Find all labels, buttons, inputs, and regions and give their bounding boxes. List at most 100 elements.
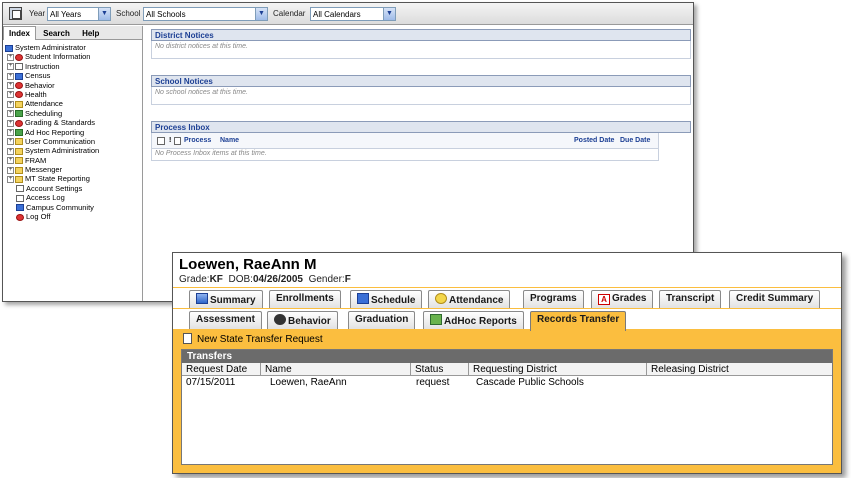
tab-search[interactable]: Search <box>38 27 75 40</box>
expand-icon[interactable]: + <box>7 100 14 108</box>
chevron-down-icon[interactable]: ▼ <box>383 8 395 20</box>
left-nav-panel: Index Search Help System Administrator +… <box>3 26 143 301</box>
district-notices-header: District Notices <box>151 29 691 41</box>
tree-item-scheduling[interactable]: + Scheduling <box>7 109 142 118</box>
tab-adhoc-reports[interactable]: AdHoc Reports <box>423 311 524 329</box>
year-select[interactable]: All Years ▼ <box>47 7 111 21</box>
expand-icon[interactable]: + <box>7 166 14 174</box>
tab-schedule[interactable]: Schedule <box>350 290 423 308</box>
tree-item-health[interactable]: + Health <box>7 90 142 99</box>
tab-graduation[interactable]: Graduation <box>348 311 416 329</box>
tree-item-fram[interactable]: + FRAM <box>7 156 142 165</box>
gender-value: F <box>344 274 351 285</box>
releasing-district-column-header[interactable]: Releasing District <box>646 363 834 376</box>
tree-item-user-communication[interactable]: + User Communication <box>7 137 142 146</box>
tab-records-transfer[interactable]: Records Transfer <box>530 311 627 331</box>
health-icon <box>15 91 23 99</box>
expand-icon[interactable]: + <box>7 175 14 183</box>
tree-item-access-log[interactable]: Access Log <box>7 193 142 202</box>
tab-summary[interactable]: Summary <box>189 290 263 308</box>
requesting-district-cell: Cascade Public Schools <box>476 377 584 388</box>
school-select[interactable]: All Schools ▼ <box>143 7 268 21</box>
requesting-district-column-header[interactable]: Requesting District <box>468 363 646 376</box>
census-icon <box>15 72 23 80</box>
tab-attendance[interactable]: Attendance <box>428 290 511 308</box>
tree-item-grading-standards[interactable]: + Grading & Standards <box>7 118 142 127</box>
tab-index[interactable]: Index <box>3 26 36 40</box>
posted-date-column-header[interactable]: Posted Date <box>574 137 614 144</box>
student-tabs-row-2: Assessment Behavior Graduation AdHoc Rep… <box>173 309 841 331</box>
expand-icon[interactable]: + <box>7 119 14 127</box>
expand-icon[interactable]: + <box>7 53 14 61</box>
student-tabs-row-1: Summary Enrollments Schedule Attendance … <box>173 288 841 308</box>
name-cell: Loewen, RaeAnn <box>270 377 347 388</box>
tree-item-instruction[interactable]: + Instruction <box>7 62 142 71</box>
tab-grades[interactable]: A Grades <box>591 290 654 308</box>
expand-icon[interactable]: + <box>7 63 14 71</box>
chevron-down-icon[interactable]: ▼ <box>98 8 110 20</box>
log-off-icon <box>16 213 24 221</box>
community-icon <box>16 204 24 212</box>
folder-icon <box>15 175 23 183</box>
flag-column-header[interactable]: ! <box>169 137 171 144</box>
window-icon[interactable] <box>9 7 22 20</box>
nav-tabs: Index Search Help <box>3 26 142 40</box>
user-icon <box>5 44 13 52</box>
tab-credit-summary[interactable]: Credit Summary <box>729 290 821 308</box>
tree-item-census[interactable]: + Census <box>7 71 142 80</box>
grades-icon: A <box>598 294 610 305</box>
transfers-table: Transfers Request Date Name Status Reque… <box>181 349 833 465</box>
calendar-select[interactable]: All Calendars ▼ <box>310 7 396 21</box>
name-column-header[interactable]: Name <box>220 137 239 144</box>
request-date-cell: 07/15/2011 <box>186 377 236 388</box>
grade-label: Grade: <box>179 274 210 285</box>
tree-item-account-settings[interactable]: Account Settings <box>7 184 142 193</box>
calendar-select-value: All Calendars <box>313 10 361 19</box>
process-column-header[interactable]: Process <box>184 137 211 144</box>
select-all-checkbox[interactable] <box>157 137 165 145</box>
expand-icon[interactable]: + <box>7 138 14 146</box>
tab-enrollments[interactable]: Enrollments <box>269 290 341 308</box>
due-date-column-header[interactable]: Due Date <box>620 137 650 144</box>
tree-item-system-administrator[interactable]: System Administrator <box>5 43 142 52</box>
district-notices-empty: No district notices at this time. <box>151 41 691 59</box>
tab-programs[interactable]: Programs <box>523 290 584 308</box>
expand-icon[interactable]: + <box>7 72 14 80</box>
report-icon <box>15 129 23 137</box>
student-name: Loewen, RaeAnn M <box>179 256 317 273</box>
name-column-header[interactable]: Name <box>260 363 410 376</box>
tree-item-mt-state-reporting[interactable]: + MT State Reporting <box>7 174 142 183</box>
tree-item-student-information[interactable]: + Student Information <box>7 52 142 61</box>
new-state-transfer-request-link[interactable]: New State Transfer Request <box>183 333 323 345</box>
expand-icon[interactable]: + <box>7 91 14 99</box>
expand-icon[interactable]: + <box>7 129 14 137</box>
expand-icon[interactable]: + <box>7 147 14 155</box>
chevron-down-icon[interactable]: ▼ <box>255 8 267 20</box>
scheduling-icon <box>15 110 23 118</box>
tree-item-ad-hoc-reporting[interactable]: + Ad Hoc Reporting <box>7 128 142 137</box>
student-header: Loewen, RaeAnn M Grade:KF DOB:04/26/2005… <box>173 253 841 287</box>
tree-item-behavior[interactable]: + Behavior <box>7 81 142 90</box>
document-icon <box>183 333 192 344</box>
folder-icon <box>15 166 23 174</box>
tree-item-system-administration[interactable]: + System Administration <box>7 146 142 155</box>
tab-help[interactable]: Help <box>77 27 104 40</box>
table-row[interactable]: 07/15/2011 Loewen, RaeAnn request Cascad… <box>182 376 832 390</box>
tree-item-campus-community[interactable]: Campus Community <box>7 203 142 212</box>
tab-transcript[interactable]: Transcript <box>659 290 722 308</box>
tree-item-messenger[interactable]: + Messenger <box>7 165 142 174</box>
transfers-title: Transfers <box>182 350 832 363</box>
nav-tree: System Administrator + Student Informatio… <box>3 40 142 221</box>
expand-icon[interactable]: + <box>7 157 14 165</box>
status-column-header[interactable]: Status <box>410 363 468 376</box>
gender-label: Gender: <box>308 274 345 285</box>
expand-icon[interactable]: + <box>7 110 14 118</box>
request-date-column-header[interactable]: Request Date <box>182 363 260 376</box>
tab-assessment[interactable]: Assessment <box>189 311 262 329</box>
folder-icon <box>15 157 23 165</box>
dob-label: DOB: <box>228 274 253 285</box>
tree-item-log-off[interactable]: Log Off <box>7 212 142 221</box>
expand-icon[interactable]: + <box>7 82 14 90</box>
tree-item-attendance[interactable]: + Attendance <box>7 99 142 108</box>
tab-behavior[interactable]: Behavior <box>267 311 338 329</box>
